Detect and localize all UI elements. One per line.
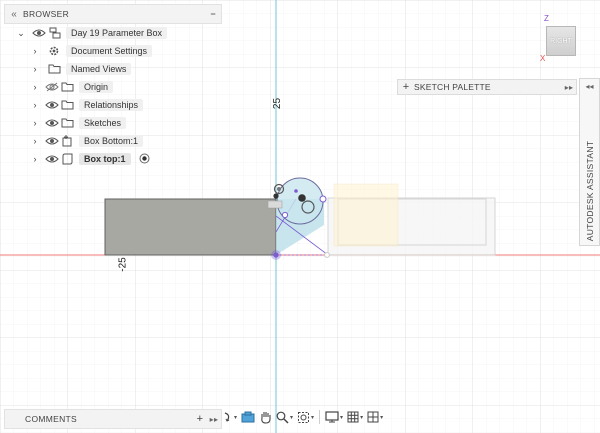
sketch-palette-header[interactable]: + SKETCH PALETTE ▸▸ [397,79,577,95]
x-axis-label: X [540,54,546,63]
chevron-right-icon[interactable]: › [30,82,40,92]
minimize-browser-button[interactable]: − [205,9,221,19]
origin-point[interactable] [273,252,279,258]
display-settings-icon[interactable]: ▾ [324,409,344,425]
browser-item-origin[interactable]: › Origin [30,79,114,95]
z-axis-label: Z [544,14,549,23]
chevron-right-icon[interactable]: › [30,46,40,56]
browser-item-label: Named Views [66,63,132,75]
fit-icon[interactable]: ▾ [296,409,315,425]
folder-icon [61,117,75,129]
browser-item-label: Sketches [79,117,127,129]
zoom-icon[interactable]: ▾ [275,409,294,425]
comments-title: COMMENTS [25,414,77,424]
browser-item-label: Document Settings [66,45,153,57]
expand-palette-button[interactable]: + [398,81,414,93]
add-comment-button[interactable]: + [193,413,207,425]
gear-icon [48,45,62,57]
body-link-icon [61,135,75,147]
dimension-vertical[interactable]: 25 [272,98,283,109]
eye-icon[interactable] [45,136,61,146]
assistant-expand-button[interactable]: ◂◂ [580,82,599,91]
ghost-yellow-face [333,183,399,247]
sketch-point[interactable] [294,189,298,193]
chevron-right-icon[interactable]: › [30,64,40,74]
palette-collapse-button[interactable]: ▸▸ [562,83,576,92]
browser-item-box-bottom[interactable]: › Box Bottom:1 [30,133,144,149]
browser-item-named-views[interactable]: › Named Views [30,61,132,77]
browser-panel: « BROWSER − ⌄ Day 19 Parameter Box › Doc… [4,4,222,168]
browser-item-document-settings[interactable]: › Document Settings [30,43,153,59]
grid-icon[interactable]: ▾ [346,409,364,425]
look-at-icon[interactable] [240,409,256,425]
component-icon [48,27,62,39]
axis-pivot[interactable] [298,194,306,202]
activate-radio-icon[interactable] [139,153,150,166]
sketch-palette-title: SKETCH PALETTE [414,82,491,92]
constraint-glyph[interactable] [267,200,283,209]
viewcube-face-label: RIGHT [550,37,572,45]
folder-icon [61,81,75,93]
chevron-right-icon[interactable]: › [30,154,40,164]
view-cube[interactable]: Z RIGHT X [538,14,590,66]
sketch-point[interactable] [319,195,327,203]
browser-item-box-top[interactable]: › Box top:1 [30,151,150,167]
browser-root-label: Day 19 Parameter Box [66,27,168,39]
browser-item-relationships[interactable]: › Relationships [30,97,144,113]
viewports-icon[interactable]: ▾ [366,409,384,425]
eye-hidden-icon[interactable] [45,82,61,92]
comments-panel[interactable]: COMMENTS + ▸▸ [4,409,222,429]
box-bottom-body[interactable] [104,198,277,256]
pan-icon[interactable] [258,409,273,425]
chevron-right-icon[interactable]: › [30,136,40,146]
navigation-toolbar: ▾ ▾ ▾ ▾ ▾ ▾ [222,408,384,426]
body-icon [61,153,75,165]
browser-title: BROWSER [23,9,70,19]
sketch-point[interactable] [324,252,330,258]
browser-item-sketches[interactable]: › Sketches [30,115,127,131]
sketch-point[interactable] [281,211,289,219]
browser-item-label: Box Bottom:1 [79,135,144,147]
dimension-horizontal[interactable]: -25 [118,257,129,271]
folder-icon [48,63,62,75]
assistant-label: AUTODESK ASSISTANT [585,140,595,242]
viewcube-face-right[interactable]: RIGHT [546,26,576,56]
orbit-icon[interactable]: ▾ [222,409,238,425]
chevron-right-icon[interactable]: › [30,100,40,110]
eye-icon[interactable] [45,154,61,164]
autodesk-assistant-panel[interactable]: ◂◂ AUTODESK ASSISTANT [579,78,600,246]
toolbar-divider [319,410,321,424]
eye-icon[interactable] [32,28,48,38]
collapse-browser-button[interactable]: « [5,9,23,20]
eye-icon[interactable] [45,118,61,128]
chevron-right-icon[interactable]: › [30,118,40,128]
comments-collapse-button[interactable]: ▸▸ [207,415,221,424]
browser-item-label: Relationships [79,99,144,111]
browser-header: « BROWSER − [4,4,222,24]
chevron-down-icon[interactable]: ⌄ [16,28,26,39]
sketch-point[interactable] [273,193,279,199]
eye-icon[interactable] [45,100,61,110]
browser-item-label: Origin [79,81,114,93]
folder-icon [61,99,75,111]
hole-center [277,187,281,191]
browser-root[interactable]: ⌄ Day 19 Parameter Box [16,25,168,41]
browser-item-label: Box top:1 [79,153,131,165]
